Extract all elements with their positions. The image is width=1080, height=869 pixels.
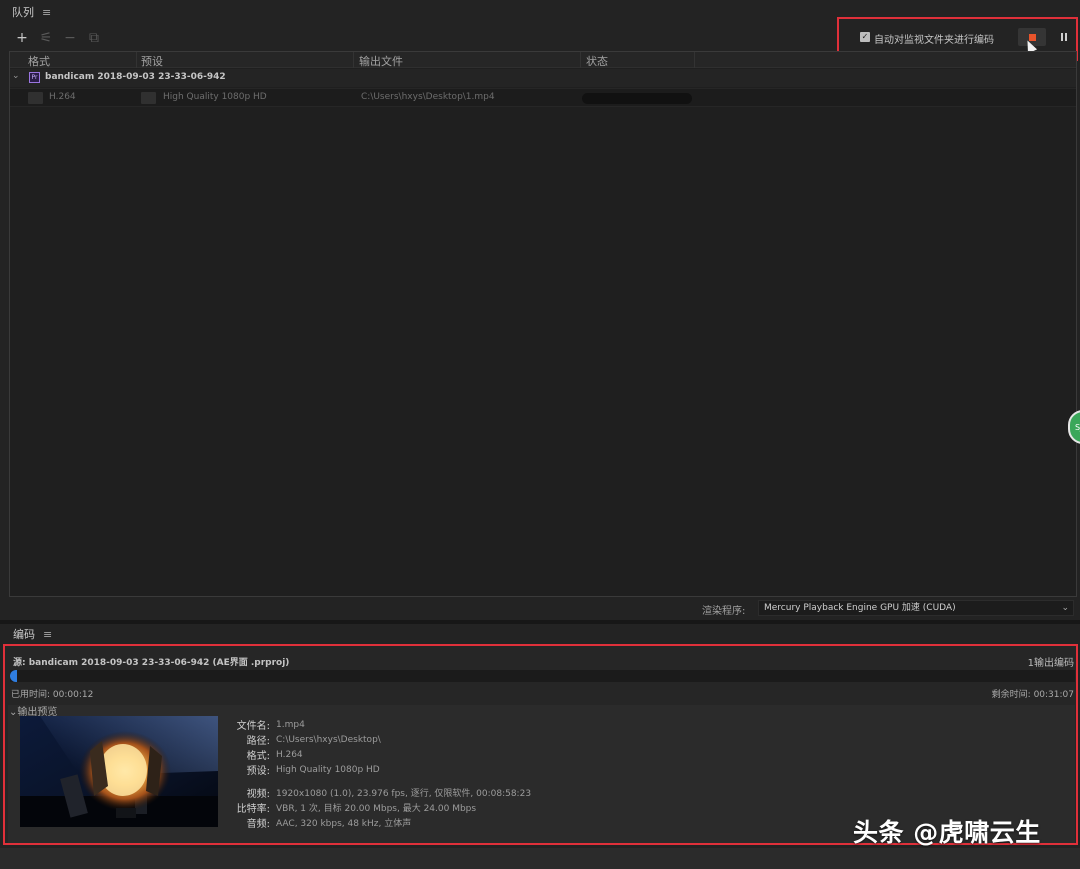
output-preview-toggle[interactable]: ⌄输出预览: [9, 703, 57, 718]
info-label: 格式:: [246, 751, 270, 762]
queue-table: 格式 预设 输出文件 状态 ⌄ Pr bandicam 2018-09-03 2…: [9, 51, 1077, 597]
queue-column-headers: 格式 预设 输出文件 状态: [10, 52, 1076, 68]
queue-output-row[interactable]: H.264 High Quality 1080p HD C:\Users\hxy…: [10, 88, 1076, 107]
output-count: 1输出编码: [1027, 658, 1074, 669]
column-header-preset[interactable]: 预设: [141, 53, 163, 69]
info-label: 预设:: [246, 766, 270, 777]
info-row-audio: 音频: AAC, 320 kbps, 48 kHz, 立体声: [223, 815, 723, 830]
output-file-path[interactable]: C:\Users\hxys\Desktop\1.mp4: [361, 92, 495, 102]
queue-source-row[interactable]: ⌄ Pr bandicam 2018-09-03 23-33-06-942: [10, 69, 1076, 87]
info-value: High Quality 1080p HD: [276, 764, 380, 775]
watch-folder-checkbox[interactable]: ✓: [860, 32, 870, 42]
renderer-bar: 渲染程序: Mercury Playback Engine GPU 加速 (CU…: [9, 598, 1077, 618]
add-source-icon[interactable]: +: [10, 29, 34, 47]
chevron-down-icon: ⌄: [1061, 603, 1069, 613]
bottom-strip: [0, 848, 1080, 869]
info-value: H.264: [276, 749, 303, 760]
panel-divider[interactable]: [0, 620, 1080, 624]
duplicate-icon[interactable]: ⧉: [82, 29, 106, 47]
info-row-filename: 文件名: 1.mp4: [223, 717, 723, 733]
encoding-progress-track: [10, 670, 1075, 682]
info-label: 音频:: [246, 819, 270, 830]
column-divider: [353, 52, 354, 68]
info-label: 视频:: [246, 789, 270, 800]
renderer-select[interactable]: Mercury Playback Engine GPU 加速 (CUDA) ⌄: [758, 600, 1074, 616]
info-row-preset: 预设: High Quality 1080p HD: [223, 762, 723, 778]
queue-toolbar: + ⚟ − ⧉: [10, 29, 106, 47]
column-header-format[interactable]: 格式: [28, 53, 50, 69]
info-value: VBR, 1 次, 目标 20.00 Mbps, 最大 24.00 Mbps: [276, 804, 477, 814]
info-row-video: 视频: 1920x1080 (1.0), 23.976 fps, 逐行, 仅限软…: [223, 785, 723, 800]
expand-chevron-icon[interactable]: ⌄: [12, 71, 20, 81]
premiere-project-icon: Pr: [29, 72, 40, 83]
column-divider: [136, 52, 137, 68]
watch-folder-label: 自动对监视文件夹进行编码: [874, 35, 994, 46]
info-value: 1920x1080 (1.0), 23.976 fps, 逐行, 仅限软件, 0…: [276, 789, 532, 799]
output-preset[interactable]: High Quality 1080p HD: [163, 92, 267, 102]
spotlight-image: [20, 716, 218, 827]
preset-settings-icon[interactable]: ⚟: [34, 29, 58, 47]
format-dropdown-icon[interactable]: [28, 92, 43, 104]
source-name: bandicam 2018-09-03 23-33-06-942: [45, 72, 226, 82]
renderer-value: Mercury Playback Engine GPU 加速 (CUDA): [764, 603, 956, 613]
output-info: 文件名: 1.mp4 路径: C:\Users\hxys\Desktop\ 格式…: [223, 717, 723, 831]
info-row-bitrate: 比特率: VBR, 1 次, 目标 20.00 Mbps, 最大 24.00 M…: [223, 800, 723, 815]
elapsed-time: 已用时间: 00:00:12: [11, 690, 94, 700]
output-format[interactable]: H.264: [49, 92, 76, 102]
queue-menu-icon[interactable]: ≡: [42, 6, 51, 19]
queue-title: 队列: [12, 6, 34, 19]
encoding-menu-icon[interactable]: ≡: [43, 628, 52, 641]
renderer-label: 渲染程序:: [702, 606, 746, 617]
queue-panel: 队列 ≡ + ⚟ − ⧉ ✓ 自动对监视文件夹进行编码 格式 预设 输出文件 状…: [0, 0, 1080, 620]
remaining-time: 剩余时间: 00:31:07: [991, 690, 1074, 700]
info-label: 比特率:: [236, 804, 270, 815]
encoding-progress-fill: [10, 670, 18, 682]
watermark-text: 头条 @虎啸云生: [853, 818, 1041, 847]
encoding-title: 编码: [13, 628, 35, 641]
pause-icon-bar: [1065, 33, 1067, 41]
encoding-panel-header: 编码 ≡: [0, 625, 1080, 643]
encoding-source: 源: bandicam 2018-09-03 23-33-06-942 (AE界…: [13, 658, 290, 668]
info-row-format: 格式: H.264: [223, 747, 723, 763]
info-label: 文件名:: [236, 721, 270, 732]
status-progress-bar: [582, 93, 692, 104]
pause-queue-button[interactable]: [1055, 28, 1073, 46]
remove-icon[interactable]: −: [58, 29, 82, 47]
info-row-path: 路径: C:\Users\hxys\Desktop\: [223, 732, 723, 748]
info-label: 路径:: [246, 736, 270, 747]
pause-icon: [1061, 33, 1063, 41]
column-divider: [694, 52, 695, 68]
preset-dropdown-icon[interactable]: [141, 92, 156, 104]
column-header-status[interactable]: 状态: [586, 53, 608, 69]
preview-thumbnail: [20, 716, 218, 827]
info-value: AAC, 320 kbps, 48 kHz, 立体声: [276, 819, 412, 829]
info-value: C:\Users\hxys\Desktop\: [276, 734, 381, 745]
info-value: 1.mp4: [276, 719, 305, 730]
column-header-output-file[interactable]: 输出文件: [359, 53, 403, 69]
column-divider: [580, 52, 581, 68]
